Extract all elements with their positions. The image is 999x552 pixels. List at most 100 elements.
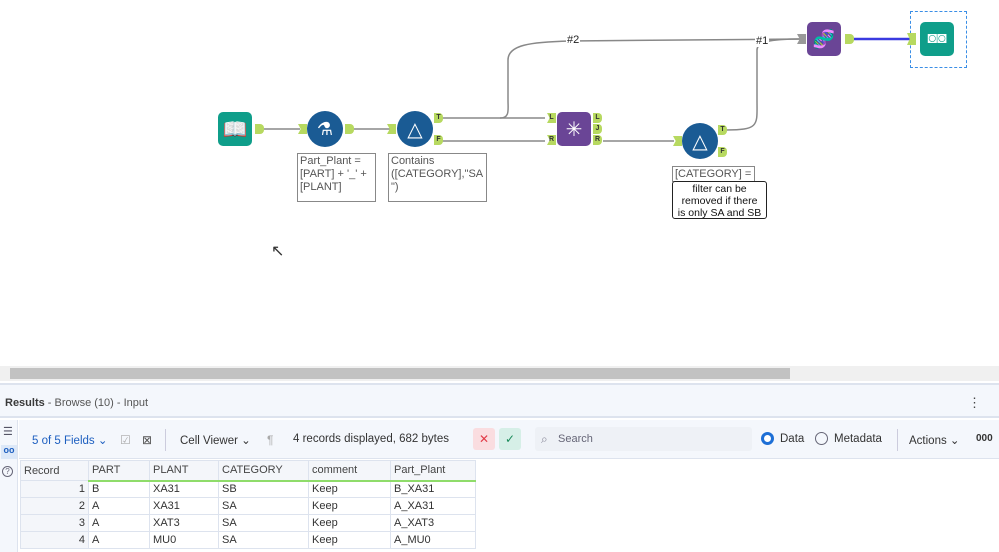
table-row[interactable]: 4 A MU0 SA Keep A_MU0 <box>20 531 476 549</box>
formula-annotation: Part_Plant = [PART] + '_' + [PLANT] <box>297 153 376 202</box>
record-number[interactable]: 4 <box>20 531 89 549</box>
comment-box[interactable]: filter can be removed if there is only SA … <box>672 181 767 219</box>
table-cell[interactable]: Keep <box>308 531 391 549</box>
data-label: Data <box>780 433 805 445</box>
left-output-anchor[interactable]: L <box>593 113 602 123</box>
false-anchor[interactable]: F <box>434 135 443 145</box>
divider <box>897 429 898 451</box>
table-cell[interactable]: A <box>88 531 150 549</box>
column-header[interactable]: PART <box>88 460 150 482</box>
output-anchor[interactable] <box>255 124 264 134</box>
right-output-anchor[interactable]: R <box>593 135 602 145</box>
input-data-tool[interactable]: 📖 <box>218 112 252 146</box>
results-table: Record PART PLANT CATEGORY comment Part_… <box>20 460 476 549</box>
column-header[interactable]: PLANT <box>149 460 219 482</box>
workflow-canvas[interactable]: #2 #1 📖 ⚗ △ T F L R ✳ L J R △ T F 🧬 ◙◙ P… <box>0 0 999 366</box>
table-cell[interactable]: XAT3 <box>149 514 219 532</box>
record-number[interactable]: 3 <box>20 514 89 532</box>
check-all-icon[interactable]: ☑ <box>120 433 131 447</box>
metadata-label: Metadata <box>834 433 882 445</box>
mouse-cursor-icon: ↖ <box>271 243 285 260</box>
table-cell[interactable]: SA <box>218 531 309 549</box>
formula-tool[interactable]: ⚗ <box>307 111 343 147</box>
table-row[interactable]: 3 A XAT3 SA Keep A_XAT3 <box>20 514 476 532</box>
more-options-icon[interactable]: ⋮ <box>968 395 981 411</box>
column-header[interactable]: Part_Plant <box>390 460 476 482</box>
uncheck-all-icon[interactable]: ⊠ <box>142 433 152 447</box>
search-placeholder: Search <box>558 433 593 445</box>
output-anchor[interactable] <box>845 34 854 44</box>
data-radio[interactable] <box>761 432 774 445</box>
help-icon[interactable]: ? <box>2 466 13 477</box>
results-sidebar: ☰ oo ? <box>0 420 18 552</box>
table-cell[interactable]: B_XA31 <box>390 480 476 498</box>
prism-icon: △ <box>407 118 423 141</box>
column-header[interactable]: Record <box>20 460 89 481</box>
table-cell[interactable]: A <box>88 497 150 515</box>
dna-icon: 🧬 <box>812 28 836 49</box>
scrollbar-thumb[interactable] <box>10 368 790 379</box>
search-input[interactable]: ⌕ Search <box>535 427 752 451</box>
results-subtitle: - Browse (10) - Input <box>44 397 149 409</box>
apply-button[interactable]: ✓ <box>499 428 521 450</box>
table-cell[interactable]: A <box>88 514 150 532</box>
table-cell[interactable]: XA31 <box>149 497 219 515</box>
records-status: 4 records displayed, 682 bytes <box>293 433 449 445</box>
connection <box>725 38 801 131</box>
search-icon: ⌕ <box>541 432 548 446</box>
results-header: Results - Browse (10) - Input ⋮ <box>0 383 999 418</box>
join-output-anchor[interactable]: J <box>593 124 602 134</box>
true-anchor[interactable]: T <box>718 125 727 135</box>
results-title: Results <box>5 397 45 409</box>
binoculars-icon: ◙◙ <box>927 30 947 47</box>
chevron-down-icon: ⌄ <box>949 435 960 447</box>
table-cell[interactable]: B <box>88 480 150 498</box>
filter-annotation: Contains ([CATEGORY],"SA ") <box>388 153 487 202</box>
metadata-radio[interactable] <box>815 432 828 445</box>
true-anchor[interactable]: T <box>434 113 443 123</box>
table-cell[interactable]: XA31 <box>149 480 219 498</box>
table-cell[interactable]: SA <box>218 497 309 515</box>
pilcrow-icon[interactable]: ¶ <box>267 433 273 447</box>
book-icon: 📖 <box>222 118 248 141</box>
list-icon[interactable]: ☰ <box>3 425 13 438</box>
table-cell[interactable]: SB <box>218 480 309 498</box>
prism-icon: △ <box>692 130 708 153</box>
record-number[interactable]: 1 <box>20 480 89 498</box>
table-cell[interactable]: Keep <box>308 480 391 498</box>
filter-tool[interactable]: △ <box>682 123 718 159</box>
table-cell[interactable]: A_XAT3 <box>390 514 476 532</box>
browse-tool[interactable]: ◙◙ <box>920 22 954 56</box>
column-header[interactable]: CATEGORY <box>218 460 309 482</box>
connection-label: #1 <box>755 35 770 47</box>
join-tool[interactable]: ✳ <box>557 112 591 146</box>
union-tool[interactable]: 🧬 <box>807 22 841 56</box>
false-anchor[interactable]: F <box>718 147 727 157</box>
divider <box>165 429 166 451</box>
connections <box>263 37 912 142</box>
binoculars-icon[interactable]: oo <box>1 445 17 459</box>
table-cell[interactable]: SA <box>218 514 309 532</box>
filter-tool[interactable]: △ <box>397 111 433 147</box>
table-cell[interactable]: A_XA31 <box>390 497 476 515</box>
output-anchor[interactable] <box>345 124 354 134</box>
connection-label: #2 <box>566 34 581 46</box>
table-cell[interactable]: Keep <box>308 497 391 515</box>
fields-dropdown[interactable]: 5 of 5 Fields ⌄ <box>32 433 108 447</box>
chevron-down-icon: ⌄ <box>241 435 251 447</box>
column-header[interactable]: comment <box>308 460 391 482</box>
table-cell[interactable]: MU0 <box>149 531 219 549</box>
results-toolbar: 5 of 5 Fields ⌄ ☑ ⊠ Cell Viewer ⌄ ¶ 4 re… <box>19 420 999 459</box>
chevron-down-icon: ⌄ <box>97 435 108 447</box>
table-row[interactable]: 2 A XA31 SA Keep A_XA31 <box>20 497 476 515</box>
record-number[interactable]: 2 <box>20 497 89 515</box>
cancel-button[interactable]: ✕ <box>473 428 495 450</box>
more-button[interactable]: 000 <box>976 433 993 444</box>
connection <box>499 38 801 119</box>
actions-dropdown[interactable]: Actions ⌄ <box>909 433 960 447</box>
table-cell[interactable]: Keep <box>308 514 391 532</box>
table-row[interactable]: 1 B XA31 SB Keep B_XA31 <box>20 480 476 498</box>
table-cell[interactable]: A_MU0 <box>390 531 476 549</box>
cell-viewer-dropdown[interactable]: Cell Viewer ⌄ <box>180 433 251 447</box>
filter-annotation: [CATEGORY] = <box>672 166 755 182</box>
